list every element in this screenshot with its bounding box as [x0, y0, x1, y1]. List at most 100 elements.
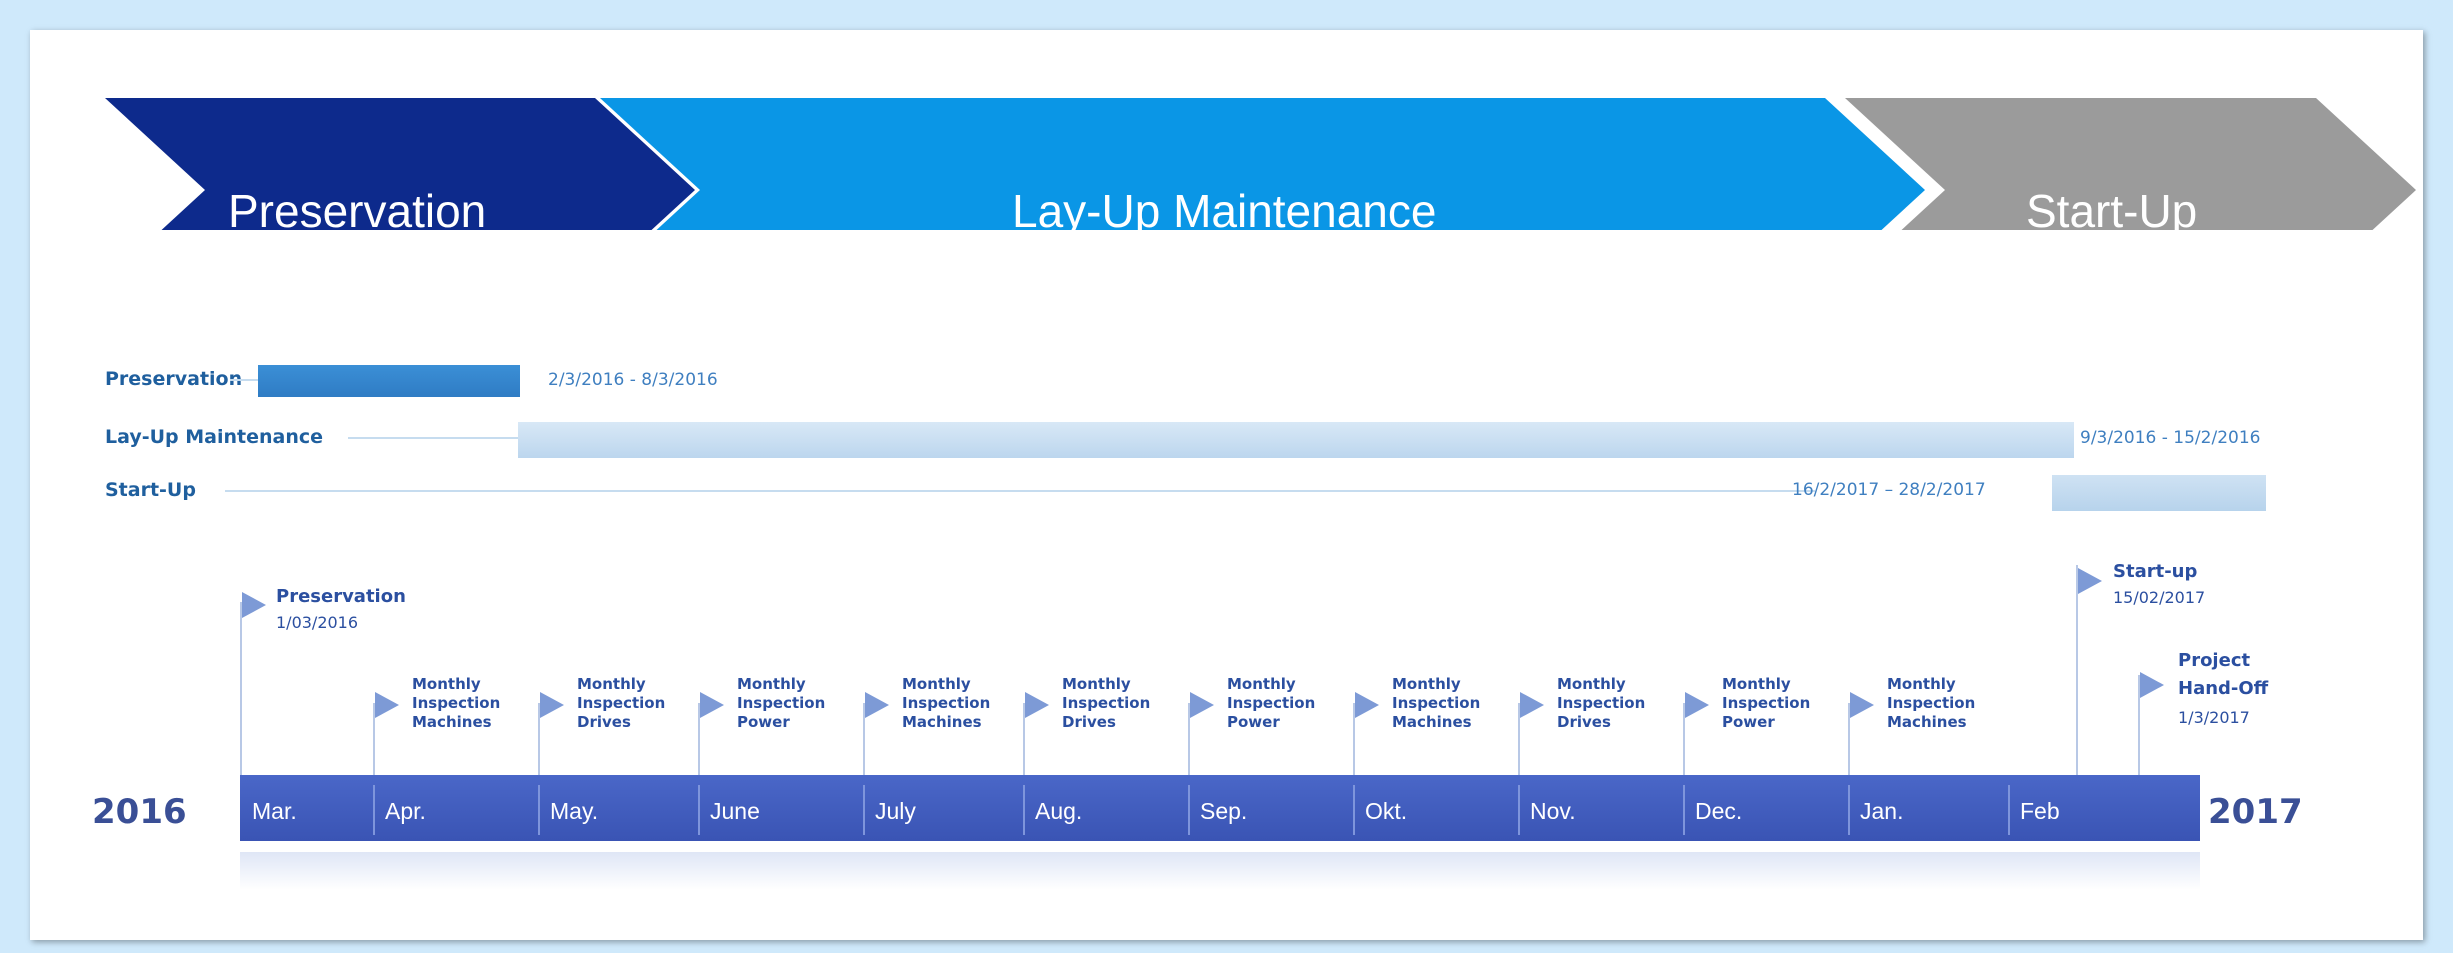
monthly-l1: Monthly [737, 675, 806, 693]
month-label: Apr. [385, 798, 426, 824]
milestone-startup-line [2076, 565, 2078, 775]
month-label: May. [550, 798, 599, 824]
monthly-l1: Monthly [1392, 675, 1461, 693]
milestone-handoff-flag-icon [2140, 672, 2164, 698]
milestone-preservation-title: Preservation [276, 586, 406, 607]
monthly-l3: Machines [412, 712, 492, 731]
monthly-l1: Monthly [1722, 675, 1791, 693]
milestone-preservation-date: 1/03/2016 [276, 613, 359, 632]
monthly-l3: Machines [1392, 712, 1472, 731]
month-separator [1023, 785, 1025, 835]
gantt-dates-startup: 16/2/2017 – 28/2/2017 [1792, 480, 1986, 500]
monthly-l1: Monthly [577, 675, 646, 693]
milestone-startup-date: 15/02/2017 [2113, 588, 2206, 607]
month-label: Dec. [1695, 798, 1743, 824]
month-separator [1848, 785, 1850, 835]
gantt-label-preservation: Preservation [105, 368, 243, 390]
monthly-inspection-label: Monthly Inspection Machines [902, 675, 990, 731]
monthly-l2: Inspection [1062, 693, 1151, 712]
monthly-l3: Drives [577, 712, 631, 731]
milestone-preservation-flag-icon [242, 592, 266, 618]
month-separator [2008, 785, 2010, 835]
monthly-inspection-label: Monthly Inspection Power [737, 675, 825, 731]
month-separator [1683, 785, 1685, 835]
gantt-line-preservation [230, 379, 260, 381]
monthly-l3: Drives [1557, 712, 1611, 731]
gantt-dates-layup: 9/3/2016 - 15/2/2016 [2080, 428, 2261, 448]
gantt-line-layup [348, 437, 518, 439]
monthly-flag-icon [700, 692, 724, 718]
monthly-l2: Inspection [412, 693, 501, 712]
monthly-l3: Power [1722, 712, 1775, 731]
month-label: Jan. [1860, 798, 1904, 824]
monthly-l1: Monthly [412, 675, 481, 693]
monthly-l2: Inspection [1722, 693, 1811, 712]
monthly-flag-icon [1190, 692, 1214, 718]
month-label: June [710, 798, 760, 824]
monthly-inspection-label: Monthly Inspection Power [1722, 675, 1810, 731]
monthly-l2: Inspection [577, 693, 666, 712]
phase-label-startup: Start-Up [2026, 185, 2198, 237]
monthly-l3: Power [1227, 712, 1280, 731]
monthly-l1: Monthly [1062, 675, 1131, 693]
month-label: Aug. [1035, 798, 1083, 824]
month-label: Sep. [1200, 798, 1248, 824]
gantt-line-startup [225, 490, 1815, 492]
gantt-dates-preservation: 2/3/2016 - 8/3/2016 [548, 370, 718, 390]
monthly-l3: Power [737, 712, 790, 731]
monthly-l1: Monthly [1557, 675, 1626, 693]
monthly-inspection-label: Monthly Inspection Machines [412, 675, 500, 731]
monthly-l3: Machines [1887, 712, 1967, 731]
milestone-handoff-title-2: Hand-Off [2178, 678, 2269, 699]
month-separator [1188, 785, 1190, 835]
monthly-l2: Inspection [1227, 693, 1316, 712]
monthly-l1: Monthly [1227, 675, 1296, 693]
monthly-flag-icon [1355, 692, 1379, 718]
monthly-flag-icon [1685, 692, 1709, 718]
month-separator [1518, 785, 1520, 835]
end-year: 2017 [2208, 792, 2303, 832]
monthly-inspection-label: Monthly Inspection Power [1227, 675, 1315, 731]
gantt-bar-startup [2052, 475, 2266, 511]
monthly-l1: Monthly [902, 675, 971, 693]
monthly-flag-icon [375, 692, 399, 718]
milestone-handoff-title-1: Project [2178, 650, 2251, 671]
monthly-flag-icon [1850, 692, 1874, 718]
milestone-startup-flag-icon [2078, 568, 2102, 594]
month-separator [698, 785, 700, 835]
monthly-flag-icon [865, 692, 889, 718]
monthly-l2: Inspection [1887, 693, 1976, 712]
monthly-l1: Monthly [1887, 675, 1956, 693]
monthly-flag-icon [1025, 692, 1049, 718]
monthly-inspection-label: Monthly Inspection Drives [577, 675, 665, 731]
gantt-bar-preservation [258, 365, 520, 397]
monthly-l3: Drives [1062, 712, 1116, 731]
monthly-inspection-label: Monthly Inspection Machines [1392, 675, 1480, 731]
month-separator [538, 785, 540, 835]
month-separator [1353, 785, 1355, 835]
timeline-axis-reflection [240, 852, 2200, 890]
timeline-panel: Preservation Lay-Up Maintenance Start-Up… [30, 30, 2423, 940]
month-label: Feb [2020, 798, 2060, 824]
phase-label-layup: Lay-Up Maintenance [1012, 185, 1437, 237]
monthly-inspection-label: Monthly Inspection Drives [1062, 675, 1150, 731]
milestone-preservation-line [240, 602, 242, 775]
gantt-label-layup: Lay-Up Maintenance [105, 426, 324, 448]
phase-label-preservation: Preservation [228, 185, 487, 237]
monthly-l2: Inspection [1557, 693, 1646, 712]
milestone-startup-title: Start-up [2113, 561, 2198, 582]
monthly-inspection-label: Monthly Inspection Drives [1557, 675, 1645, 731]
month-label: Mar. [252, 798, 297, 824]
monthly-l2: Inspection [737, 693, 826, 712]
month-label: July [875, 798, 916, 824]
month-separator [373, 785, 375, 835]
month-separator [863, 785, 865, 835]
monthly-l3: Machines [902, 712, 982, 731]
start-year: 2016 [92, 792, 187, 832]
monthly-inspection-label: Monthly Inspection Machines [1887, 675, 1975, 731]
gantt-bar-layup [518, 422, 2074, 458]
monthly-flag-icon [540, 692, 564, 718]
month-label: Nov. [1530, 798, 1576, 824]
monthly-l2: Inspection [1392, 693, 1481, 712]
month-label: Okt. [1365, 798, 1408, 824]
